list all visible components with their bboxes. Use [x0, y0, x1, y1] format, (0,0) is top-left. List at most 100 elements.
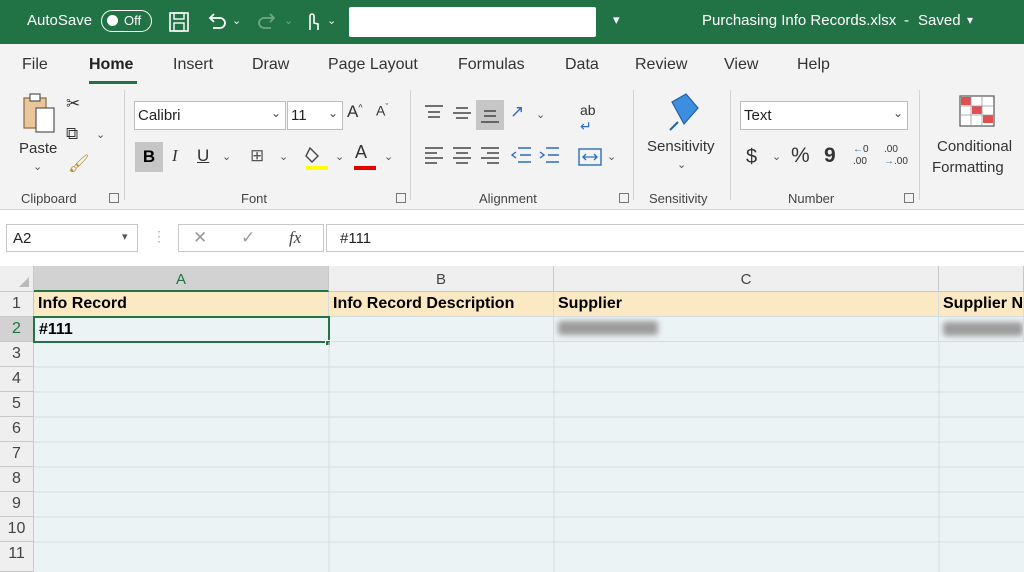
tab-review[interactable]: Review — [635, 56, 687, 74]
underline-dropdown-icon[interactable]: ⌄ — [222, 150, 231, 163]
decrease-decimal-button[interactable]: .00 →.00 — [884, 144, 910, 172]
search-box[interactable] — [349, 7, 596, 37]
increase-indent-icon[interactable] — [538, 146, 560, 164]
tab-help[interactable]: Help — [797, 56, 830, 74]
row-header-11[interactable]: 11 — [0, 542, 34, 572]
cell-c1[interactable]: Supplier — [554, 292, 939, 317]
row-header-1[interactable]: 1 — [0, 292, 34, 317]
cell-a1[interactable]: Info Record — [34, 292, 329, 317]
name-box[interactable]: A2 ▾ — [6, 224, 138, 252]
currency-button[interactable]: $ — [746, 146, 757, 169]
cut-icon[interactable]: ✂ — [66, 94, 80, 114]
cell-a2[interactable]: #111 — [33, 316, 330, 343]
conditional-formatting-label-2[interactable]: Formatting — [932, 159, 1004, 176]
font-launcher-icon[interactable] — [396, 193, 406, 203]
percent-button[interactable]: % — [791, 144, 810, 168]
save-icon[interactable] — [168, 11, 190, 33]
sensitivity-icon[interactable] — [666, 92, 702, 132]
formula-input[interactable]: #111 — [326, 224, 1024, 252]
undo-dropdown-icon[interactable]: ⌄ — [232, 14, 241, 27]
bold-button[interactable]: B — [135, 142, 163, 172]
row-header-10[interactable]: 10 — [0, 517, 34, 542]
tab-data[interactable]: Data — [565, 56, 599, 74]
fill-color-icon[interactable] — [304, 144, 330, 172]
borders-icon[interactable]: ⊞ — [250, 146, 264, 166]
number-launcher-icon[interactable] — [904, 193, 914, 203]
column-header-d[interactable] — [939, 266, 1024, 292]
column-header-c[interactable]: C — [554, 266, 939, 292]
merge-dropdown-icon[interactable]: ⌄ — [607, 150, 616, 163]
save-status-dropdown-icon[interactable]: ▾ — [967, 13, 973, 27]
paste-label[interactable]: Paste — [19, 140, 57, 157]
tab-draw[interactable]: Draw — [252, 56, 289, 74]
increase-decimal-button[interactable]: ←0.00 — [853, 144, 879, 172]
tab-file[interactable]: File — [22, 56, 48, 74]
customize-qat-icon[interactable]: ▾ — [613, 12, 620, 28]
clipboard-launcher-icon[interactable] — [109, 193, 119, 203]
empty-cells[interactable] — [34, 342, 1024, 572]
row-header-4[interactable]: 4 — [0, 367, 34, 392]
undo-icon[interactable] — [205, 10, 229, 34]
row-header-3[interactable]: 3 — [0, 342, 34, 367]
cell-b1[interactable]: Info Record Description — [329, 292, 554, 317]
align-right-icon[interactable] — [480, 146, 500, 164]
orientation-icon[interactable]: ↗ — [510, 102, 524, 122]
comma-style-button[interactable]: 9 — [824, 144, 836, 168]
row-header-5[interactable]: 5 — [0, 392, 34, 417]
row-header-8[interactable]: 8 — [0, 467, 34, 492]
middle-align-icon[interactable] — [452, 104, 472, 122]
alignment-launcher-icon[interactable] — [619, 193, 629, 203]
wrap-text-icon[interactable]: ab ↵ — [580, 102, 596, 135]
italic-button[interactable]: I — [172, 146, 178, 166]
touch-mode-icon[interactable] — [301, 10, 323, 34]
bottom-align-button[interactable] — [476, 100, 504, 130]
copy-icon[interactable]: ⧉ — [66, 124, 78, 144]
insert-function-icon[interactable]: fx — [289, 228, 301, 248]
conditional-formatting-label-1[interactable]: Conditional — [937, 138, 1012, 155]
tab-insert[interactable]: Insert — [173, 56, 213, 74]
decrease-font-size-icon[interactable]: Aˇ — [376, 102, 388, 119]
copy-dropdown-icon[interactable]: ⌄ — [96, 128, 105, 141]
cell-b2[interactable] — [329, 317, 554, 342]
sensitivity-button-label[interactable]: Sensitivity — [647, 138, 715, 155]
increase-font-size-icon[interactable]: A^ — [347, 102, 363, 122]
autosave-toggle[interactable]: Off — [101, 10, 152, 32]
top-align-icon[interactable] — [424, 104, 444, 122]
row-header-2[interactable]: 2 — [0, 317, 34, 342]
tab-page-layout[interactable]: Page Layout — [328, 56, 418, 74]
currency-dropdown-icon[interactable]: ⌄ — [772, 150, 781, 163]
font-size-combo[interactable]: 11 ⌄ — [287, 101, 343, 130]
spreadsheet-grid[interactable]: A B C 1 2 3 4 5 6 7 8 9 10 11 Info Recor… — [0, 266, 1024, 572]
redo-icon[interactable] — [255, 10, 279, 34]
save-status[interactable]: Saved — [918, 12, 961, 29]
tab-view[interactable]: View — [724, 56, 758, 74]
fill-color-dropdown-icon[interactable]: ⌄ — [335, 150, 344, 163]
cell-d1[interactable]: Supplier N — [939, 292, 1024, 317]
cell-d2[interactable] — [939, 317, 1024, 342]
select-all-corner[interactable] — [0, 266, 34, 292]
underline-button[interactable]: U — [197, 146, 209, 166]
merge-center-icon[interactable] — [578, 148, 602, 166]
font-color-dropdown-icon[interactable]: ⌄ — [384, 150, 393, 163]
cell-c2[interactable] — [554, 317, 939, 342]
row-header-9[interactable]: 9 — [0, 492, 34, 517]
borders-dropdown-icon[interactable]: ⌄ — [279, 150, 288, 163]
touch-dropdown-icon[interactable]: ⌄ — [327, 14, 336, 27]
align-left-icon[interactable] — [424, 146, 444, 164]
paste-dropdown-icon[interactable]: ⌄ — [33, 160, 42, 173]
name-box-dropdown-icon[interactable]: ▾ — [122, 230, 128, 243]
column-header-a[interactable]: A — [34, 266, 329, 292]
format-painter-icon[interactable]: 🖌 — [68, 154, 90, 174]
column-header-b[interactable]: B — [329, 266, 554, 292]
enter-icon[interactable]: ✓ — [241, 228, 255, 248]
conditional-formatting-icon[interactable] — [958, 94, 998, 128]
more-options-icon[interactable]: ⋮ — [152, 228, 166, 245]
number-format-combo[interactable]: Text ⌄ — [740, 101, 908, 130]
tab-home[interactable]: Home — [89, 56, 133, 74]
row-header-6[interactable]: 6 — [0, 417, 34, 442]
font-color-icon[interactable]: A — [355, 142, 367, 163]
tab-formulas[interactable]: Formulas — [458, 56, 525, 74]
font-name-combo[interactable]: Calibri ⌄ — [134, 101, 286, 130]
row-header-7[interactable]: 7 — [0, 442, 34, 467]
cancel-icon[interactable]: ✕ — [193, 228, 207, 248]
